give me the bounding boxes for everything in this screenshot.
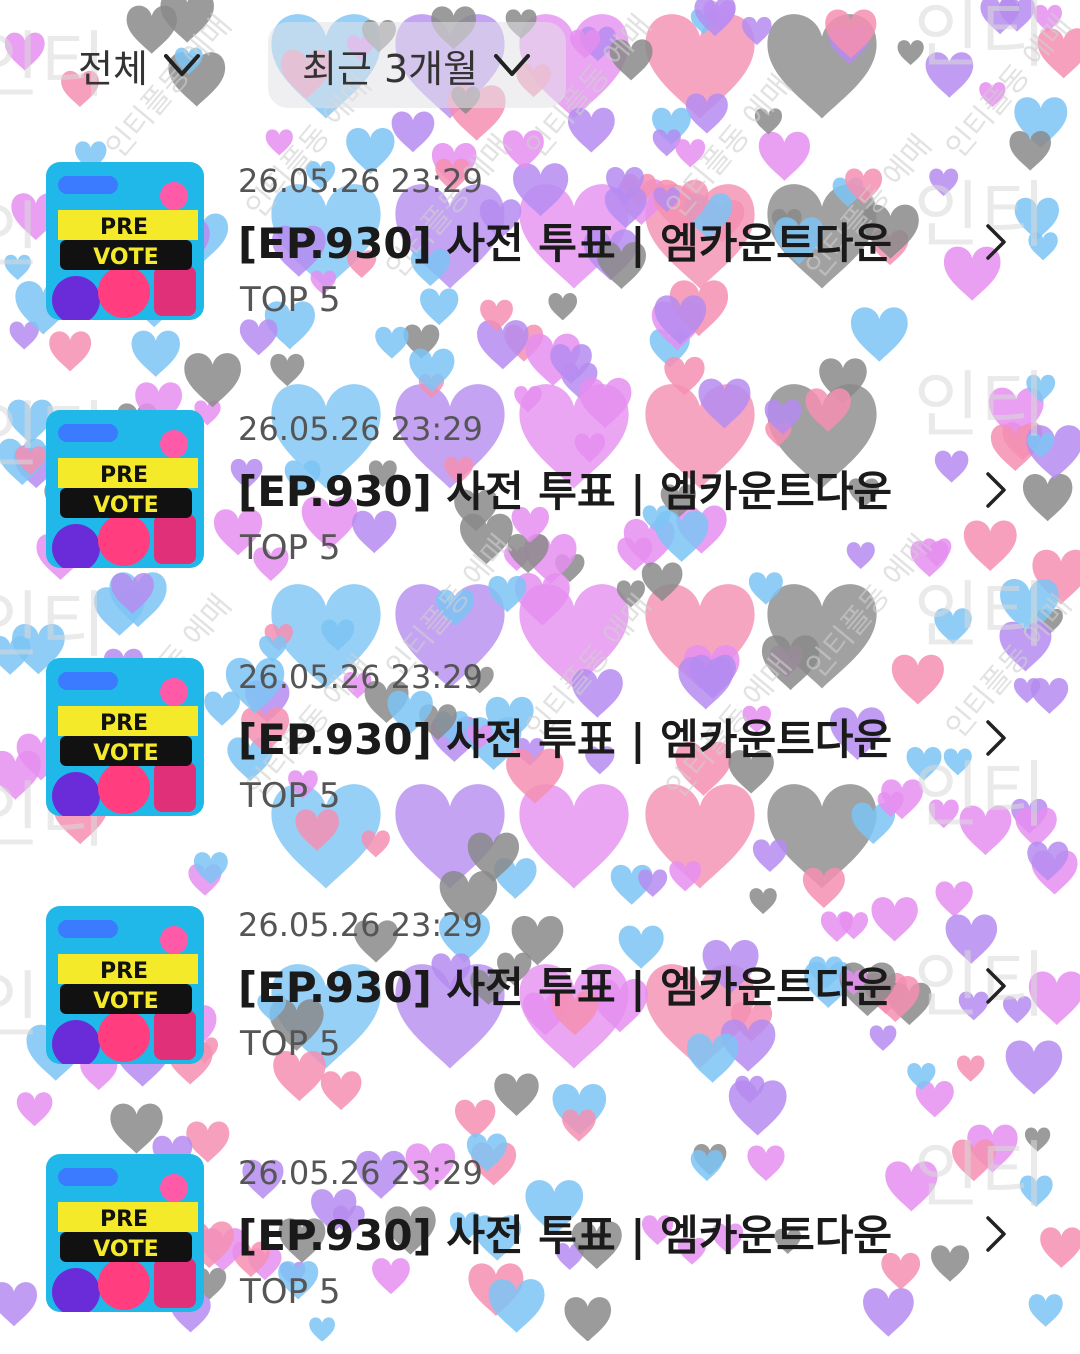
thumb-text-top: PRE: [100, 463, 148, 488]
vote-date: 26.05.26 23:29: [238, 162, 483, 200]
vote-title: [EP.930] 사전 투표 | 엠카운트다운: [238, 715, 893, 764]
vote-thumbnail: PRE VOTE: [46, 658, 204, 816]
vote-detail: TOP 5: [240, 280, 341, 320]
chevron-right-icon: [986, 968, 1006, 1004]
vote-detail: TOP 5: [240, 528, 341, 568]
thumb-text-top: PRE: [100, 1207, 148, 1232]
vote-date: 26.05.26 23:29: [238, 658, 483, 696]
thumb-text-bottom: VOTE: [93, 245, 158, 270]
vote-title: [EP.930] 사전 투표 | 엠카운트다운: [238, 467, 893, 516]
thumb-text-top: PRE: [100, 711, 148, 736]
vote-thumbnail: PRE VOTE: [46, 1154, 204, 1312]
thumb-text-bottom: VOTE: [93, 741, 158, 766]
vote-history-item[interactable]: PRE VOTE 26.05.26 23:29 [EP.930] 사전 투표 |…: [0, 162, 1080, 362]
thumb-text-top: PRE: [100, 215, 148, 240]
vote-detail: TOP 5: [240, 1272, 341, 1312]
thumb-text-top: PRE: [100, 959, 148, 984]
vote-history-list: PRE VOTE 26.05.26 23:29 [EP.930] 사전 투표 |…: [0, 0, 1080, 1341]
chevron-right-icon: [986, 1216, 1006, 1252]
vote-title: [EP.930] 사전 투표 | 엠카운트다운: [238, 1211, 893, 1260]
vote-title: [EP.930] 사전 투표 | 엠카운트다운: [238, 963, 893, 1012]
vote-history-item[interactable]: PRE VOTE 26.05.26 23:29 [EP.930] 사전 투표 |…: [0, 410, 1080, 610]
vote-date: 26.05.26 23:29: [238, 906, 483, 944]
vote-history-item[interactable]: PRE VOTE 26.05.26 23:29 [EP.930] 사전 투표 |…: [0, 658, 1080, 858]
thumb-text-bottom: VOTE: [93, 1237, 158, 1262]
chevron-right-icon: [986, 720, 1006, 756]
vote-date: 26.05.26 23:29: [238, 410, 483, 448]
vote-date: 26.05.26 23:29: [238, 1154, 483, 1192]
vote-history-item[interactable]: PRE VOTE 26.05.26 23:29 [EP.930] 사전 투표 |…: [0, 906, 1080, 1106]
vote-thumbnail: PRE VOTE: [46, 906, 204, 1064]
vote-history-item[interactable]: PRE VOTE 26.05.26 23:29 [EP.930] 사전 투표 |…: [0, 1154, 1080, 1354]
vote-detail: TOP 5: [240, 776, 341, 816]
vote-thumbnail: PRE VOTE: [46, 162, 204, 320]
vote-title: [EP.930] 사전 투표 | 엠카운트다운: [238, 219, 893, 268]
vote-detail: TOP 5: [240, 1024, 341, 1064]
thumb-text-bottom: VOTE: [93, 989, 158, 1014]
chevron-right-icon: [986, 472, 1006, 508]
vote-thumbnail: PRE VOTE: [46, 410, 204, 568]
chevron-right-icon: [986, 224, 1006, 260]
thumb-text-bottom: VOTE: [93, 493, 158, 518]
